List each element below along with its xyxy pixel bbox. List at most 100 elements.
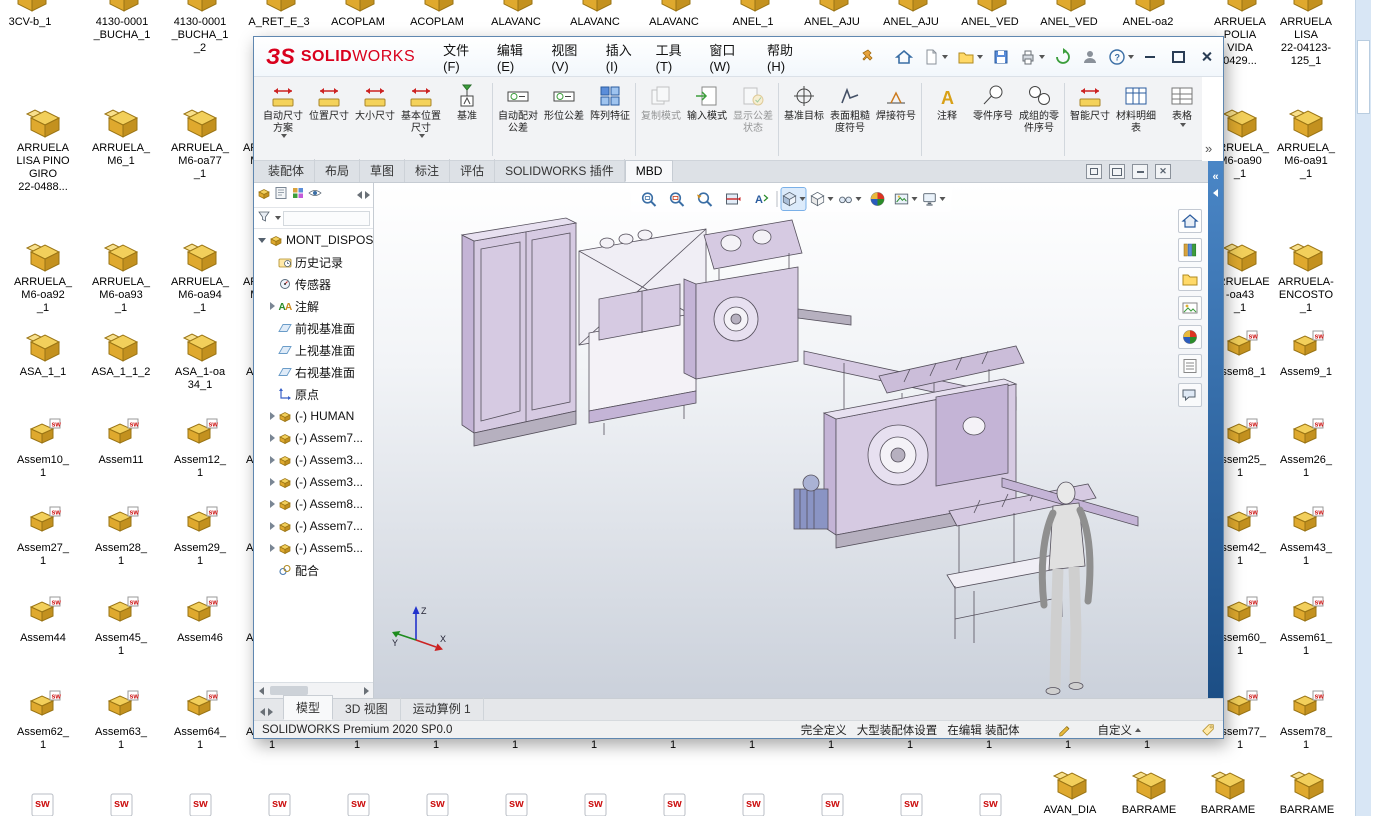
quick-rebuild-button[interactable] [1051, 46, 1075, 68]
desktop-icon[interactable]: ALAVANC [477, 0, 555, 29]
tree-item[interactable]: 原点 [254, 383, 373, 405]
close-button[interactable] [1193, 47, 1219, 67]
display-style-icon[interactable] [810, 188, 834, 210]
desktop-icon[interactable]: ARRUELA_M6-oa92_1 [4, 234, 82, 315]
desktop-icon[interactable]: swAssem26_1 [1267, 412, 1345, 480]
ribbon-button[interactable]: 材料明细表 [1113, 79, 1159, 160]
desktop-icon[interactable]: ACOPLAM [319, 0, 397, 29]
tree-item[interactable]: (-) HUMAN [254, 405, 373, 427]
desktop-icon[interactable]: swAssem10_1 [4, 412, 82, 480]
propertymanager-tab-icon[interactable] [274, 186, 288, 205]
desktop-icon[interactable]: ASA_1_1_2 [82, 324, 160, 379]
desktop-icon[interactable]: swAssem12_1 [161, 412, 239, 480]
desktop-icon[interactable]: ANEL_AJU [793, 0, 871, 29]
desktop-icon[interactable]: AVAN_DIA [1031, 762, 1109, 816]
tree-item[interactable]: 配合 [254, 559, 373, 581]
command-tab[interactable]: 评估 [450, 159, 495, 182]
desktop-icon[interactable]: swAssem64_1 [161, 684, 239, 752]
desktop-scrollbar-thumb[interactable] [1357, 40, 1370, 114]
minimize-button[interactable] [1137, 47, 1163, 67]
ribbon-button[interactable]: 自动配对公差 [495, 79, 541, 160]
ribbon-button[interactable]: 基本位置尺寸 [398, 79, 444, 160]
expander-icon[interactable] [270, 434, 275, 442]
solidworks-resources-tab[interactable] [1178, 209, 1202, 233]
ribbon-button[interactable]: 表格 [1159, 79, 1205, 160]
expander-icon[interactable] [270, 500, 275, 508]
doc-maximize-button[interactable] [1109, 164, 1125, 179]
menu-item-3[interactable]: 插入(I) [598, 37, 648, 77]
tree-item[interactable]: 前视基准面 [254, 317, 373, 339]
expander-open-icon[interactable] [258, 238, 266, 243]
desktop-icon[interactable]: ARRUELALISA PINOGIRO22-0488... [4, 100, 82, 194]
previous-view-icon[interactable] [693, 188, 717, 210]
expander-icon[interactable] [270, 522, 275, 530]
desktop-icon[interactable]: swAssem11 [82, 412, 160, 467]
desktop-scrollbar[interactable] [1355, 0, 1371, 816]
view-palette-tab[interactable] [1178, 296, 1202, 320]
doc-tab[interactable]: 3D 视图 [333, 697, 401, 720]
doc-minimize-button[interactable] [1132, 164, 1148, 179]
tree-item[interactable]: 上视基准面 [254, 339, 373, 361]
tree-item[interactable]: MONT_DISPOS [254, 229, 373, 251]
desktop-icon[interactable]: swAssem44 [4, 590, 82, 645]
desktop-icon[interactable]: swAssem9_1 [1267, 324, 1345, 379]
desktop-icon[interactable]: ARRUELA_M6-oa77_1 [161, 100, 239, 181]
tree-item[interactable]: (-) Assem7... [254, 427, 373, 449]
scroll-left-arrow-icon[interactable] [254, 683, 268, 698]
desktop-icon[interactable]: sw [83, 774, 161, 816]
desktop-icon[interactable]: ARRUELA_M6-oa93_1 [82, 234, 160, 315]
desktop-icon[interactable]: swAssem62_1 [4, 684, 82, 752]
panel-scroll-left-icon[interactable] [357, 191, 362, 199]
menu-item-1[interactable]: 编辑(E) [489, 37, 543, 77]
command-tab[interactable]: SOLIDWORKS 插件 [495, 159, 625, 182]
desktop-icon[interactable]: ASA_1_1 [4, 324, 82, 379]
displaymanager-tab-icon[interactable] [308, 186, 322, 205]
view-orientation-icon[interactable] [782, 188, 806, 210]
desktop-icon[interactable]: BARRAME [1268, 762, 1346, 816]
forum-tab[interactable] [1178, 383, 1202, 407]
desktop-icon[interactable]: sw [636, 774, 714, 816]
quick-user-button[interactable] [1078, 46, 1102, 68]
desktop-icon[interactable]: ANEL_1 [714, 0, 792, 29]
tree-item[interactable]: (-) Assem3... [254, 471, 373, 493]
desktop-icon[interactable]: ARRUELA_M6_1 [82, 100, 160, 168]
desktop-icon[interactable]: ANEL_VED [951, 0, 1029, 29]
expander-icon[interactable] [270, 302, 275, 310]
ribbon-overflow-button[interactable]: » [1205, 141, 1212, 156]
doc-close-button[interactable]: ✕ [1155, 164, 1171, 179]
zoom-fit-icon[interactable] [637, 188, 661, 210]
desktop-icon[interactable]: ASA_1-oa34_1 [161, 324, 239, 392]
desktop-icon[interactable]: sw [794, 774, 872, 816]
tree-item[interactable]: (-) Assem8... [254, 493, 373, 515]
ribbon-button[interactable]: 自动尺寸方案 [260, 79, 306, 160]
ribbon-button[interactable]: 表面粗糙度符号 [827, 79, 873, 160]
desktop-icon[interactable]: swAssem28_1 [82, 500, 160, 568]
desktop-icon[interactable]: ARRUELA_M6-oa91_1 [1267, 100, 1345, 181]
configurationmanager-tab-icon[interactable] [291, 186, 305, 205]
command-tab[interactable]: 装配体 [258, 159, 315, 182]
desktop-icon[interactable]: 3CV-b_1 [0, 0, 69, 29]
quick-print-button[interactable] [1016, 46, 1048, 68]
desktop-icon[interactable]: swAssem63_1 [82, 684, 160, 752]
desktop-icon[interactable]: ANEL_VED [1030, 0, 1108, 29]
expander-icon[interactable] [270, 478, 275, 486]
desktop-icon[interactable]: swAssem27_1 [4, 500, 82, 568]
zoom-area-icon[interactable] [665, 188, 689, 210]
tree-item[interactable]: (-) Assem5... [254, 537, 373, 559]
desktop-icon[interactable]: swAssem43_1 [1267, 500, 1345, 568]
ribbon-button[interactable]: 基准目标 [781, 79, 827, 160]
ribbon-button[interactable]: 阵列特征 [587, 79, 633, 160]
desktop-icon[interactable]: ANEL-oa2 [1109, 0, 1187, 29]
desktop-icon[interactable]: 4130-0001_BUCHA_1_2 [161, 0, 239, 55]
desktop-icon[interactable]: sw [162, 774, 240, 816]
desktop-icon[interactable]: sw [4, 774, 82, 816]
desktop-icon[interactable]: swAssem61_1 [1267, 590, 1345, 658]
scroll-right-arrow-icon[interactable] [359, 683, 373, 698]
command-tab[interactable]: MBD [625, 160, 674, 182]
desktop-icon[interactable]: sw [952, 774, 1030, 816]
scrollbar-thumb[interactable] [270, 686, 308, 695]
ribbon-button[interactable]: 输入模式 [684, 79, 730, 160]
filter-icon[interactable] [257, 209, 271, 228]
ribbon-button[interactable]: 成组的零件序号 [1016, 79, 1062, 160]
desktop-icon[interactable]: sw [557, 774, 635, 816]
